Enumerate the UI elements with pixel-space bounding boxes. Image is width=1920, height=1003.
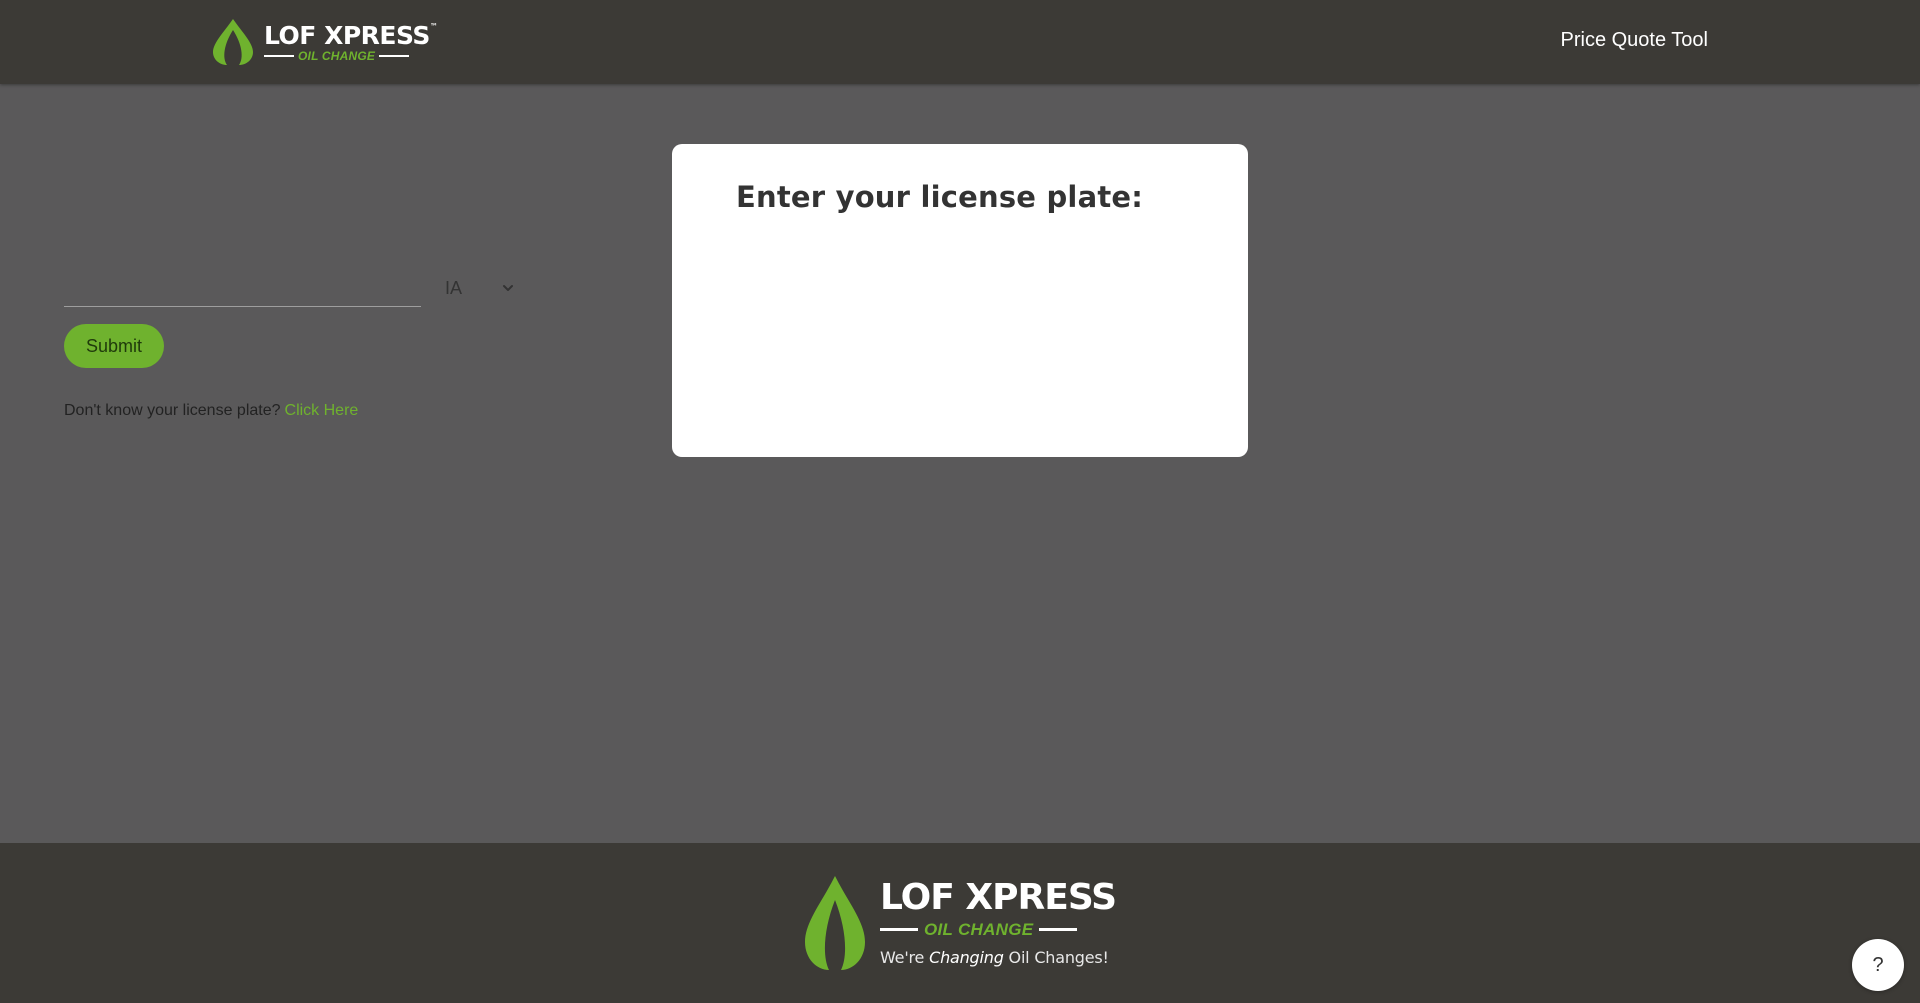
oil-drop-logo-icon <box>213 19 253 65</box>
help-text: Don't know your license plate? <box>64 402 281 419</box>
footer-tagline: We're Changing Oil Changes! <box>880 947 1109 967</box>
footer-logo-subtitle: OIL CHANGE <box>880 920 1116 940</box>
nav-price-quote-tool[interactable]: Price Quote Tool <box>1561 29 1709 52</box>
site-footer: LOF XPRESS OIL CHANGE We're Changing Oil… <box>0 843 1920 1003</box>
license-plate-card: Enter your license plate: <box>672 144 1248 457</box>
help-question-icon: ? <box>1872 953 1884 976</box>
state-select-value: IA <box>445 277 463 298</box>
header-logo-subtitle: OIL CHANGE <box>264 50 437 62</box>
site-header: LOF XPRESS™ OIL CHANGE Price Quote Tool <box>0 0 1920 84</box>
header-logo-brand: LOF XPRESS™ <box>264 20 438 50</box>
click-here-link[interactable]: Click Here <box>285 402 359 419</box>
license-plate-input[interactable] <box>64 262 421 307</box>
header-logo-text: LOF XPRESS™ OIL CHANGE <box>264 20 438 62</box>
submit-button[interactable]: Submit <box>64 324 164 368</box>
footer-logo-text: LOF XPRESS OIL CHANGE We're Changing Oil… <box>880 876 1117 967</box>
oil-drop-logo-icon <box>805 876 865 970</box>
chevron-down-icon <box>503 285 513 291</box>
header-logo[interactable]: LOF XPRESS™ OIL CHANGE <box>210 18 438 66</box>
help-line: Don't know your license plate? Click Here <box>64 402 358 420</box>
state-select[interactable]: IA <box>445 272 515 304</box>
card-title: Enter your license plate: <box>736 180 1144 214</box>
help-button[interactable]: ? <box>1852 939 1904 991</box>
footer-logo: LOF XPRESS OIL CHANGE We're Changing Oil… <box>802 873 1122 973</box>
footer-logo-brand: LOF XPRESS <box>880 876 1117 918</box>
